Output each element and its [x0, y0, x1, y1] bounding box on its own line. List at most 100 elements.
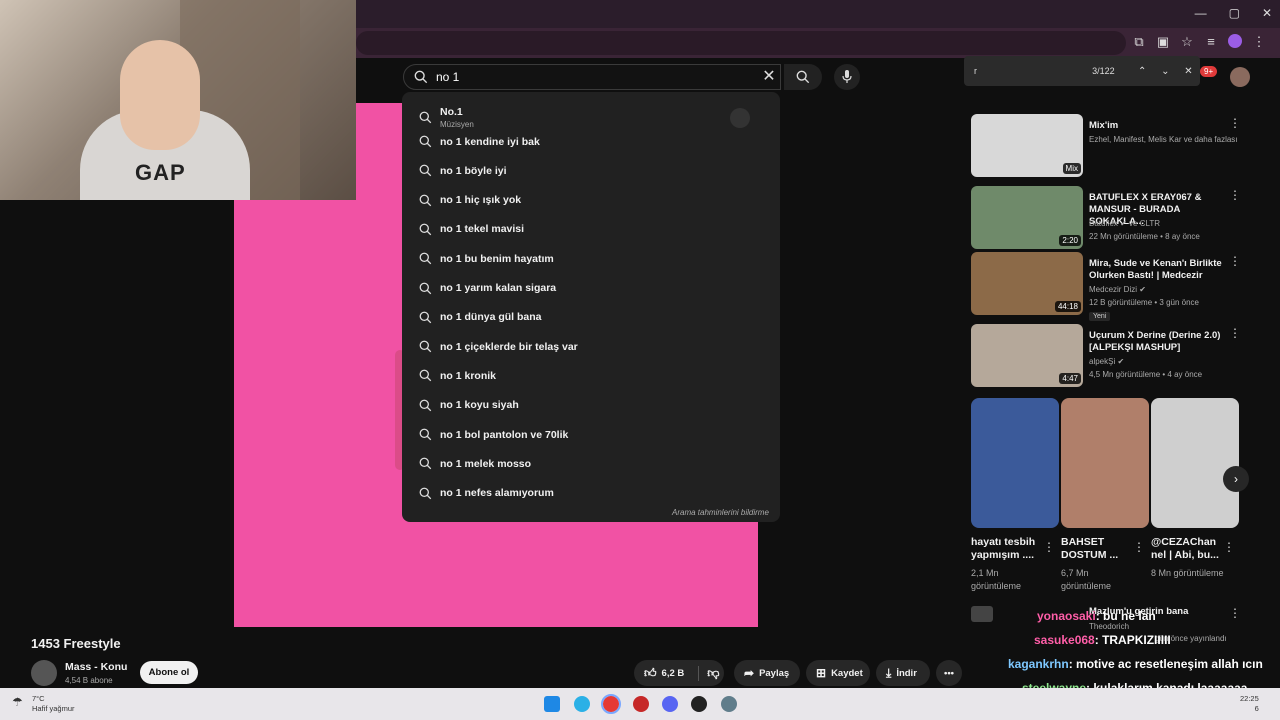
suggestion-item[interactable]: no 1 hiç ışık yok — [402, 186, 780, 215]
window-controls: — ▢ ✕ — [1195, 6, 1272, 20]
menu-dots-icon[interactable]: ⋮ — [1252, 34, 1266, 51]
channel-name[interactable]: Mass - Konu — [65, 661, 127, 673]
subscribe-button[interactable]: Abone ol — [140, 661, 198, 684]
like-count[interactable]: 6,2 B — [662, 668, 685, 679]
short-views: 8 Mn görüntüleme — [1151, 568, 1224, 578]
reading-list-icon[interactable]: ≡ — [1204, 34, 1218, 51]
chat-message: sasuke068: TRAPKIZIIIII — [1034, 630, 1171, 650]
suggestion-item[interactable]: no 1 melek mosso — [402, 449, 780, 478]
suggestion-item[interactable]: no 1 nefes alamıyorum — [402, 479, 780, 508]
short-menu-icon[interactable]: ⋮ — [1043, 540, 1055, 554]
video-channel: Ezhel, Manifest, Melis Kar ve daha fazla… — [1089, 135, 1238, 144]
search-box[interactable] — [403, 64, 781, 90]
next-item-thumb[interactable] — [971, 606, 993, 622]
suggestion-item[interactable]: no 1 dünya gül bana — [402, 303, 780, 332]
microphone-icon — [842, 70, 852, 83]
menu-dots-icon[interactable]: ⋮ — [1229, 326, 1241, 340]
video-meta: 4,5 Mn görüntüleme • 4 ay önce — [1089, 370, 1203, 379]
dislike-icon[interactable]: 👎︎ — [698, 665, 719, 681]
suggestion-item[interactable]: no 1 böyle iyi — [402, 156, 780, 185]
search-icon — [414, 70, 428, 84]
minimize-icon[interactable]: — — [1195, 6, 1207, 20]
channel-avatar[interactable] — [31, 660, 57, 686]
settings-icon[interactable] — [721, 696, 737, 712]
suggestion-item[interactable]: no 1 kronik — [402, 361, 780, 390]
address-bar[interactable] — [356, 31, 1126, 55]
clear-search-icon[interactable]: ✕ — [760, 68, 778, 86]
account-avatar[interactable] — [1230, 67, 1250, 87]
more-actions-button[interactable]: ••• — [936, 660, 962, 686]
find-input[interactable]: r — [974, 66, 1076, 76]
report-predictions-link[interactable]: Arama tahminlerini bildirme — [672, 508, 769, 517]
search-icon — [419, 135, 432, 148]
edge-icon[interactable] — [574, 696, 590, 712]
windows-start-icon[interactable] — [544, 696, 560, 712]
suggestion-item[interactable]: no 1 koyu siyah — [402, 391, 780, 420]
related-video-item[interactable]: 2:20 BATUFLEX X ERAY067 & MANSUR - BURADA… — [971, 186, 1271, 250]
suggestion-item[interactable]: no 1 bol pantolon ve 70lik — [402, 420, 780, 449]
download-button[interactable]: ⤓ İndir — [876, 660, 930, 686]
video-title[interactable]: Uçurum X Derine (Derine 2.0) [ALPEKŞI MA… — [1089, 330, 1227, 354]
weather-widget[interactable]: ☂ 7°C Hafif yağmur — [12, 694, 75, 714]
suggestion-item[interactable]: no 1 kendine iyi bak — [402, 127, 780, 156]
cast-icon[interactable]: ⧉ — [1132, 34, 1146, 51]
short-thumbnail[interactable] — [971, 398, 1059, 528]
video-title[interactable]: Mix'im — [1089, 120, 1227, 132]
share-button[interactable]: ➦ Paylaş — [734, 660, 800, 686]
obs-icon[interactable] — [691, 696, 707, 712]
menu-dots-icon[interactable]: ⋮ — [1229, 254, 1241, 268]
short-title[interactable]: hayatı tesbih yapmışım .... — [971, 536, 1041, 562]
suggestion-artist-name: No.1 — [440, 105, 463, 118]
short-title[interactable]: @CEZAChan nel | Abi, bu... — [1151, 536, 1221, 562]
discord-icon[interactable] — [662, 696, 678, 712]
screenshot-icon[interactable]: ▣ — [1156, 34, 1170, 51]
related-video-item[interactable]: 44:18 Mira, Sude ve Kenan'ı Birlikte Olur… — [971, 252, 1271, 321]
chat-username: sasuke068 — [1034, 633, 1095, 647]
suggestion-item[interactable]: no 1 tekel mavisi — [402, 215, 780, 244]
related-video-item[interactable]: Mix Mix'im Ezhel, Manifest, Melis Kar ve d… — [971, 114, 1271, 178]
voice-search-button[interactable] — [834, 64, 860, 90]
suggestion-text: no 1 yarım kalan sigara — [440, 282, 557, 294]
find-close-icon[interactable]: ✕ — [1177, 66, 1200, 77]
suggestion-item[interactable]: no 1 bu benim hayatım — [402, 244, 780, 273]
like-dislike-group: 👍︎ 6,2 B 👎︎ — [634, 660, 724, 686]
suggestion-text: no 1 çiçeklerde bir telaş var — [440, 340, 578, 353]
short-menu-icon[interactable]: ⋮ — [1133, 540, 1145, 554]
find-previous-icon[interactable]: ⌃ — [1131, 66, 1154, 77]
save-icon: ⊞ — [816, 666, 827, 680]
save-button[interactable]: ⊞ Kaydet — [806, 660, 870, 686]
maximize-icon[interactable]: ▢ — [1229, 6, 1240, 20]
suggestion-text: no 1 melek mosso — [440, 457, 532, 470]
short-menu-icon[interactable]: ⋮ — [1223, 540, 1235, 554]
search-input[interactable] — [436, 70, 736, 84]
bookmark-star-icon[interactable]: ☆ — [1180, 34, 1194, 51]
taskbar-clock[interactable]: 22:25 6 — [1240, 694, 1259, 714]
related-video-item[interactable]: 4:47 Uçurum X Derine (Derine 2.0) [ALPEKŞ… — [971, 324, 1271, 388]
app-icon[interactable] — [633, 696, 649, 712]
search-icon — [419, 282, 432, 294]
close-window-icon[interactable]: ✕ — [1262, 6, 1272, 20]
streamer-face — [120, 40, 200, 150]
search-button[interactable] — [784, 64, 822, 90]
search-icon — [419, 252, 432, 265]
short-thumbnail[interactable] — [1151, 398, 1239, 528]
suggestion-text: no 1 böyle iyi — [440, 164, 507, 177]
notification-badge[interactable]: 9+ — [1200, 66, 1218, 77]
suggestion-item[interactable]: no 1 çiçeklerde bir telaş var — [402, 332, 780, 361]
video-title[interactable]: Mira, Sude ve Kenan'ı Birlikte Olurken B… — [1089, 258, 1227, 282]
menu-dots-icon[interactable]: ⋮ — [1229, 188, 1241, 202]
download-label: İndir — [896, 667, 917, 679]
short-thumbnail[interactable] — [1061, 398, 1149, 528]
video-meta: 22 Mn görüntüleme • 8 ay önce — [1089, 232, 1200, 241]
short-title[interactable]: BAHSET DOSTUM ... — [1061, 536, 1131, 562]
like-icon[interactable]: 👍︎ — [644, 666, 657, 681]
suggestion-item[interactable]: no 1 yarım kalan sigara — [402, 274, 780, 303]
find-in-page-bar: r 3/122 ⌃ ⌄ ✕ — [964, 56, 1200, 86]
chrome-icon[interactable] — [601, 694, 621, 714]
find-next-icon[interactable]: ⌄ — [1154, 66, 1177, 77]
search-icon — [419, 223, 432, 236]
shorts-next-icon[interactable]: › — [1223, 466, 1249, 492]
profile-icon[interactable] — [1228, 34, 1242, 51]
weather-desc: Hafif yağmur — [32, 704, 75, 713]
menu-dots-icon[interactable]: ⋮ — [1229, 116, 1241, 130]
